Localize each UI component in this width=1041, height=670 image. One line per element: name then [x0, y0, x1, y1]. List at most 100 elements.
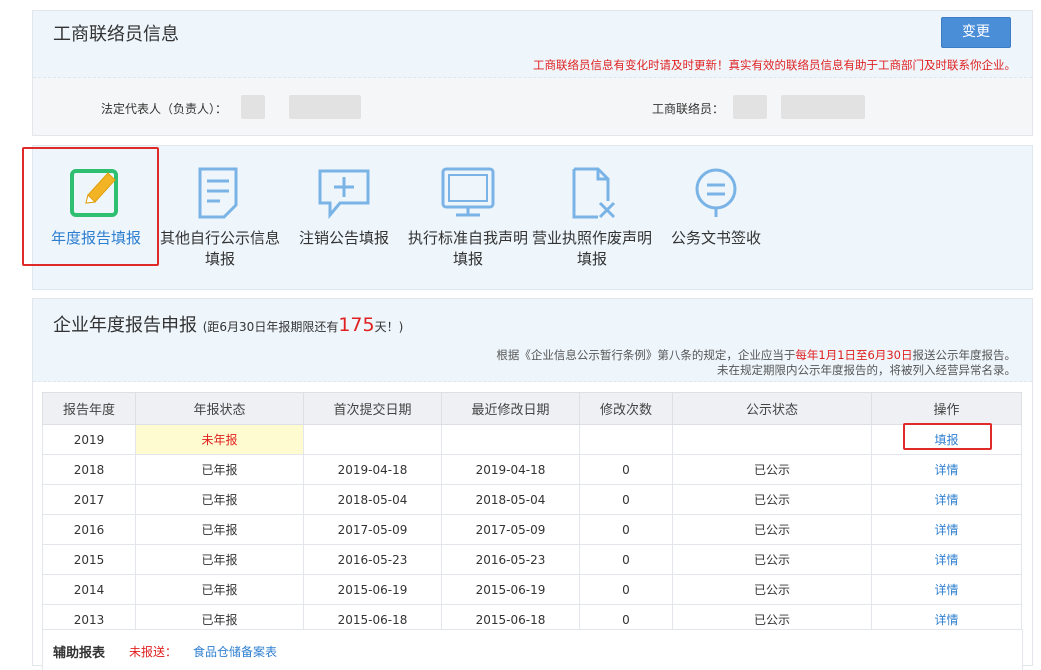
regulation-text: 报送公示年度报告。: [912, 348, 1017, 362]
aux-state: 未报送：: [129, 645, 178, 659]
col-header-last-date: 最近修改日期: [441, 392, 580, 425]
legal-rep-value-redacted: [241, 95, 265, 119]
col-header-count: 修改次数: [579, 392, 673, 425]
sign-icon: [695, 168, 737, 217]
regulation-line-1: 根据《企业信息公示暂行条例》第八条的规定，企业应当于每年1月1日至6月30日报送…: [496, 348, 1016, 363]
cell-count: 0: [579, 514, 673, 545]
annual-report-title: 企业年度报告申报 (距6月30日年报期限还有175天！): [53, 311, 403, 337]
table-row: 2017 已年报 2018-05-04 2018-05-04 0 已公示 详情: [42, 484, 1022, 515]
liaison-header: 工商联络员信息 变更 工商联络员信息有变化时请及时更新！真实有效的联络员信息有助…: [33, 11, 1032, 78]
details-link[interactable]: 详情: [934, 553, 958, 567]
func-license-void[interactable]: 营业执照作废声明填报: [530, 146, 654, 289]
deadline-text: (距6月30日年报期限还有175天！): [202, 314, 404, 336]
details-link[interactable]: 详情: [934, 613, 958, 627]
func-label: 注销公告填报: [298, 229, 389, 247]
cell-first-date: 2017-05-09: [303, 514, 442, 545]
cell-year: 2019: [42, 424, 136, 455]
legal-rep-value-redacted: [289, 95, 361, 119]
details-link[interactable]: 详情: [934, 523, 958, 537]
cell-first-date: 2015-06-19: [303, 574, 442, 605]
details-link[interactable]: 详情: [934, 583, 958, 597]
liaison-value-redacted: [733, 95, 767, 119]
file-cancel-icon: [572, 167, 616, 219]
cell-publication: 已公示: [672, 544, 872, 575]
cell-first-date: [303, 424, 442, 455]
annual-report-highlight: [22, 147, 159, 266]
liaison-notice: 工商联络员信息有变化时请及时更新！真实有效的联络员信息有助于工商部门及时联系你企…: [533, 58, 1016, 72]
cell-year: 2018: [42, 454, 136, 485]
food-storage-form-link[interactable]: 食品仓储备案表: [193, 643, 277, 660]
details-link[interactable]: 详情: [934, 463, 958, 477]
cell-year: 2017: [42, 484, 136, 515]
cell-last-date: 2018-05-04: [441, 484, 580, 515]
legal-rep-label: 法定代表人（负责人）：: [101, 102, 228, 116]
regulation-text: 根据《企业信息公示暂行条例》第八条的规定，企业应当于: [496, 348, 796, 362]
liaison-title: 工商联络员信息: [53, 24, 179, 45]
func-other-disclosure[interactable]: 其他自行公示信息填报: [158, 146, 282, 289]
func-cancel-announcement[interactable]: 注销公告填报: [282, 146, 406, 289]
report-title-text: 企业年度报告申报: [53, 315, 197, 336]
liaison-label: 工商联络员：: [652, 102, 725, 116]
regulation-description: 根据《企业信息公示暂行条例》第八条的规定，企业应当于每年1月1日至6月30日报送…: [496, 348, 1016, 378]
cell-operation: 详情: [871, 454, 1022, 485]
deadline-post: 天！): [374, 320, 404, 334]
cell-first-date: 2018-05-04: [303, 484, 442, 515]
cell-last-date: [441, 424, 580, 455]
cell-first-date: 2016-05-23: [303, 544, 442, 575]
liaison-value-redacted: [781, 95, 865, 119]
table-row: 2014 已年报 2015-06-19 2015-06-19 0 已公示 详情: [42, 574, 1022, 605]
cell-publication: 已公示: [672, 514, 872, 545]
table-row: 2018 已年报 2019-04-18 2019-04-18 0 已公示 详情: [42, 454, 1022, 485]
cell-last-date: 2017-05-09: [441, 514, 580, 545]
cell-operation: 详情: [871, 514, 1022, 545]
col-header-status: 年报状态: [135, 392, 304, 425]
cell-status: 已年报: [135, 514, 304, 545]
cell-last-date: 2016-05-23: [441, 544, 580, 575]
monitor-icon: [441, 167, 495, 217]
cell-operation: 详情: [871, 544, 1022, 575]
cell-publication: [672, 424, 872, 455]
cell-status: 已年报: [135, 574, 304, 605]
cell-status: 已年报: [135, 454, 304, 485]
cell-last-date: 2015-06-19: [441, 574, 580, 605]
cell-operation: 详情: [871, 484, 1022, 515]
cell-status: 已年报: [135, 544, 304, 575]
cell-count: 0: [579, 454, 673, 485]
col-header-first-date: 首次提交日期: [303, 392, 442, 425]
cell-count: 0: [579, 544, 673, 575]
func-document-receipt[interactable]: 公务文书签收: [654, 146, 778, 289]
cell-count: 0: [579, 574, 673, 605]
cell-publication: 已公示: [672, 484, 872, 515]
table-row: 2019 未年报 填报: [42, 424, 1022, 455]
cell-status: 已年报: [135, 484, 304, 515]
table-row: 2015 已年报 2016-05-23 2016-05-23 0 已公示 详情: [42, 544, 1022, 575]
cell-first-date: 2019-04-18: [303, 454, 442, 485]
cell-year: 2016: [42, 514, 136, 545]
func-label: 其他自行公示信息填报: [158, 228, 282, 270]
table-header-row: 报告年度 年报状态 首次提交日期 最近修改日期 修改次数 公示状态 操作: [42, 392, 1022, 425]
cell-last-date: 2019-04-18: [441, 454, 580, 485]
change-button[interactable]: 变更: [941, 17, 1011, 48]
deadline-pre: (距6月30日年报期限还有: [202, 320, 339, 334]
cell-publication: 已公示: [672, 454, 872, 485]
annual-report-header: 企业年度报告申报 (距6月30日年报期限还有175天！) 根据《企业信息公示暂行…: [33, 299, 1032, 382]
cell-publication: 已公示: [672, 574, 872, 605]
func-label: 执行标准自我声明填报: [406, 228, 530, 270]
function-panel: 年度报告填报 其他自行公示信息填报 注销公告填报 执行标准自我声明填报 营业执照…: [32, 145, 1033, 290]
annual-report-table: 报告年度 年报状态 首次提交日期 最近修改日期 修改次数 公示状态 操作 201…: [42, 392, 1022, 635]
details-link[interactable]: 详情: [934, 493, 958, 507]
message-plus-icon: [318, 169, 370, 220]
cell-operation: 详情: [871, 574, 1022, 605]
liaison-panel: 工商联络员信息 变更 工商联络员信息有变化时请及时更新！真实有效的联络员信息有助…: [32, 10, 1033, 136]
regulation-line-2: 未在规定期限内公示年度报告的，将被列入经营异常名录。: [717, 363, 1016, 377]
cell-count: [579, 424, 673, 455]
days-remaining: 175: [338, 314, 375, 336]
document-icon: [198, 167, 238, 219]
func-label: 营业执照作废声明填报: [530, 228, 654, 270]
table-row: 2016 已年报 2017-05-09 2017-05-09 0 已公示 详情: [42, 514, 1022, 545]
cell-count: 0: [579, 484, 673, 515]
func-standard-declaration[interactable]: 执行标准自我声明填报: [406, 146, 530, 289]
func-label-text: 执行标准自我声明填报: [407, 229, 528, 268]
col-header-operation: 操作: [871, 392, 1022, 425]
func-label-text: 营业执照作废声明填报: [531, 229, 652, 268]
